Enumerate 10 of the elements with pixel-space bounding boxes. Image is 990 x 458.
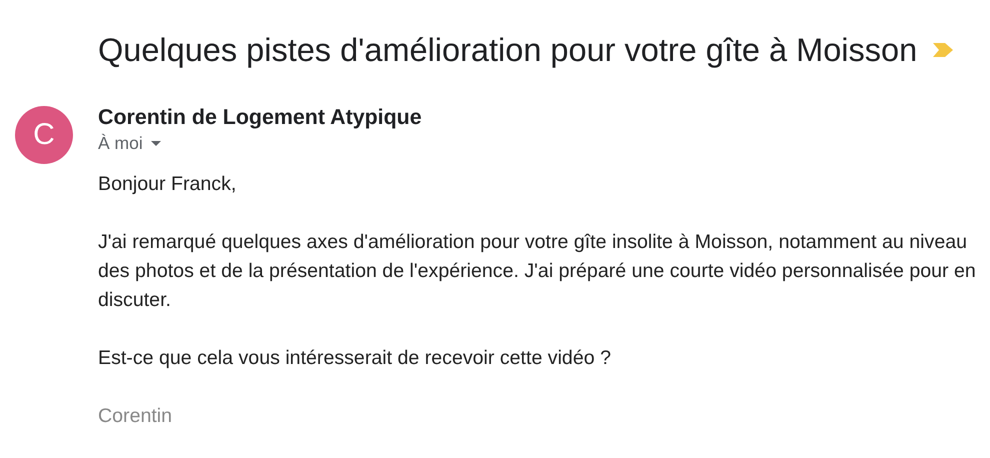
email-paragraph: J'ai remarqué quelques axes d'amélioration pour votre gîte insolite à Moisson, notamment au niveau des photos et de la présentation de l'expérience. J'ai préparé une courte vidéo personnalisée pour en discuter. bbox=[98, 230, 977, 313]
email-paragraph: Est-ce que cela vous intéresserait de recevoir cette vidéo ? bbox=[98, 346, 612, 371]
sender-avatar: C bbox=[15, 106, 73, 164]
importance-marker-icon[interactable] bbox=[933, 43, 954, 57]
email-signature: Corentin bbox=[98, 404, 174, 429]
email-subject: Quelques pistes d'amélioration pour votre gîte à Moisson bbox=[98, 32, 918, 68]
recipient-dropdown[interactable]: À moi bbox=[98, 133, 161, 154]
sender-name: Corentin de Logement Atypique bbox=[98, 105, 423, 129]
email-paragraph: Bonjour Franck, bbox=[98, 172, 238, 197]
caret-icon bbox=[150, 141, 161, 146]
